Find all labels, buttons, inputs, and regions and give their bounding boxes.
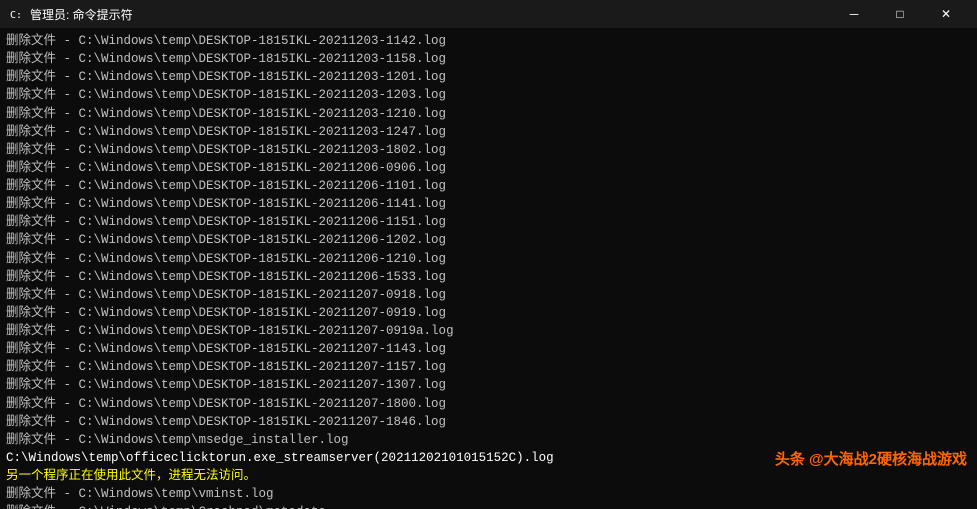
console-line: 另一个程序正在使用此文件，进程无法访问。 xyxy=(6,469,256,483)
console-line: 删除文件 - C:\Windows\temp\DESKTOP-1815IKL-2… xyxy=(6,161,446,175)
console-line: 删除文件 - C:\Windows\temp\DESKTOP-1815IKL-2… xyxy=(6,342,446,356)
console-line: 删除文件 - C:\Windows\temp\DESKTOP-1815IKL-2… xyxy=(6,252,446,266)
close-button[interactable]: ✕ xyxy=(923,0,969,28)
console-line: 删除文件 - C:\Windows\temp\Crashpad\metadata xyxy=(6,505,326,509)
console-line: 删除文件 - C:\Windows\temp\DESKTOP-1815IKL-2… xyxy=(6,88,446,102)
console-line: 删除文件 - C:\Windows\temp\DESKTOP-1815IKL-2… xyxy=(6,306,446,320)
console-line: 删除文件 - C:\Windows\temp\DESKTOP-1815IKL-2… xyxy=(6,34,446,48)
console-line: 删除文件 - C:\Windows\temp\DESKTOP-1815IKL-2… xyxy=(6,397,446,411)
console-line: 删除文件 - C:\Windows\temp\DESKTOP-1815IKL-2… xyxy=(6,107,446,121)
console-line: 删除文件 - C:\Windows\temp\DESKTOP-1815IKL-2… xyxy=(6,125,446,139)
title-bar-left: C: 管理员: 命令提示符 xyxy=(8,6,133,23)
console-line: 删除文件 - C:\Windows\temp\DESKTOP-1815IKL-2… xyxy=(6,233,446,247)
window-controls: ─ □ ✕ xyxy=(831,0,969,28)
console-line: 删除文件 - C:\Windows\temp\DESKTOP-1815IKL-2… xyxy=(6,52,446,66)
maximize-button[interactable]: □ xyxy=(877,0,923,28)
console-line: 删除文件 - C:\Windows\temp\DESKTOP-1815IKL-2… xyxy=(6,143,446,157)
console-line: 删除文件 - C:\Windows\temp\DESKTOP-1815IKL-2… xyxy=(6,324,454,338)
console-line: 删除文件 - C:\Windows\temp\DESKTOP-1815IKL-2… xyxy=(6,270,446,284)
console-line: 删除文件 - C:\Windows\temp\DESKTOP-1815IKL-2… xyxy=(6,378,446,392)
watermark: 头条 @大海战2硬核海战游戏 xyxy=(775,448,967,469)
cmd-icon: C: xyxy=(8,6,24,22)
console-line: 删除文件 - C:\Windows\temp\DESKTOP-1815IKL-2… xyxy=(6,179,446,193)
console-line: 删除文件 - C:\Windows\temp\DESKTOP-1815IKL-2… xyxy=(6,288,446,302)
console-line: 删除文件 - C:\Windows\temp\DESKTOP-1815IKL-2… xyxy=(6,197,446,211)
console-line: 删除文件 - C:\Windows\temp\DESKTOP-1815IKL-2… xyxy=(6,215,446,229)
cmd-window: C: 管理员: 命令提示符 ─ □ ✕ 删除文件 - C:\Windows\te… xyxy=(0,0,977,509)
minimize-button[interactable]: ─ xyxy=(831,0,877,28)
svg-text:C:: C: xyxy=(10,10,22,21)
window-title: 管理员: 命令提示符 xyxy=(30,6,133,23)
console-line: 删除文件 - C:\Windows\temp\DESKTOP-1815IKL-2… xyxy=(6,360,446,374)
console-line: 删除文件 - C:\Windows\temp\vminst.log xyxy=(6,487,274,501)
console-line: C:\Windows\temp\officeclicktorun.exe_str… xyxy=(6,451,554,465)
console-line: 删除文件 - C:\Windows\temp\DESKTOP-1815IKL-2… xyxy=(6,415,446,429)
console-area: 删除文件 - C:\Windows\temp\DESKTOP-1815IKL-2… xyxy=(0,28,977,509)
console-output: 删除文件 - C:\Windows\temp\DESKTOP-1815IKL-2… xyxy=(6,32,971,509)
console-line: 删除文件 - C:\Windows\temp\msedge_installer.… xyxy=(6,433,349,447)
title-bar: C: 管理员: 命令提示符 ─ □ ✕ xyxy=(0,0,977,28)
console-line: 删除文件 - C:\Windows\temp\DESKTOP-1815IKL-2… xyxy=(6,70,446,84)
